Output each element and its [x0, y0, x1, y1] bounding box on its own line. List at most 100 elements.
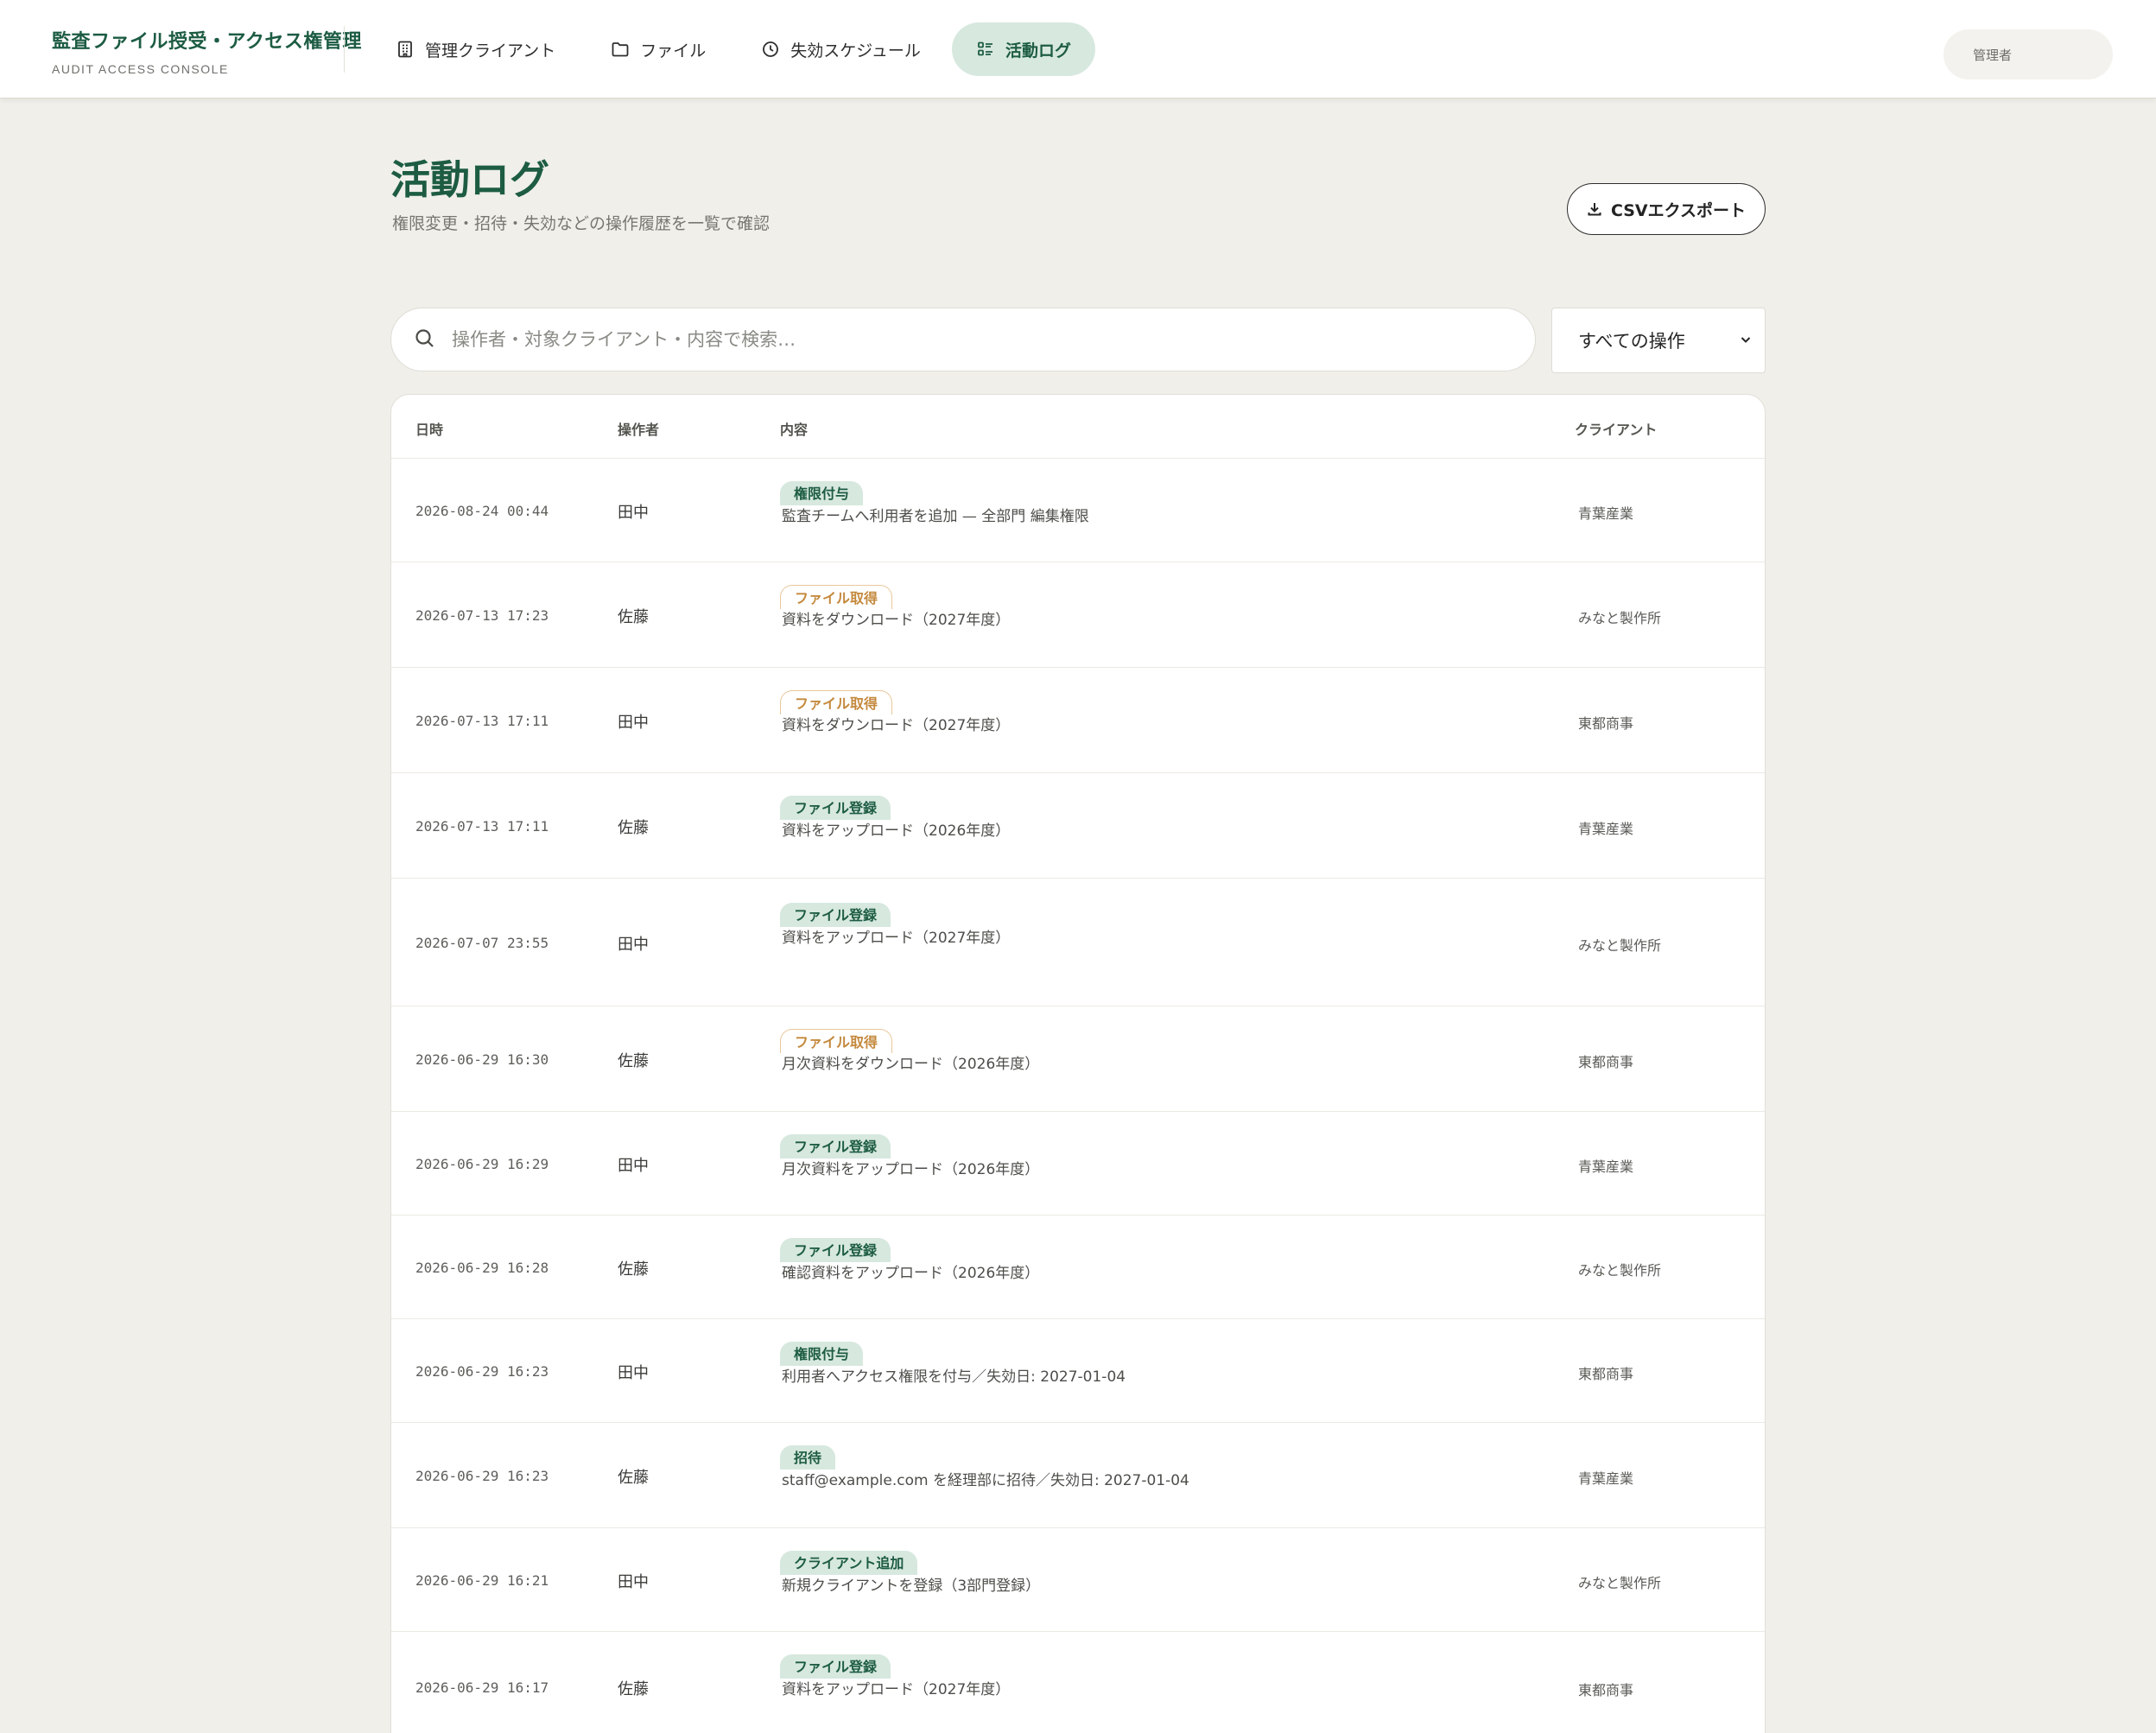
row-client: みなと製作所: [1578, 1575, 1662, 1591]
main-nav: 管理クライアント ファイル 失効スケジュール 活動ログ: [371, 22, 1102, 76]
row-datetime: 2026-06-29 16:21: [415, 1572, 549, 1589]
operation-type-badge: ファイル取得: [780, 585, 893, 609]
row-operator: 佐藤: [618, 608, 649, 626]
operation-type-badge: 権限付与: [780, 1342, 864, 1366]
table-row[interactable]: 2026-06-29 16:28 佐藤 ファイル登録確認資料をアップロード（2026…: [391, 1216, 1765, 1319]
filter-selected-value: すべての操作: [1578, 331, 1685, 352]
nav-item-activity-log[interactable]: 活動ログ: [951, 22, 1095, 76]
nav-item-label: 失効スケジュール: [790, 41, 921, 60]
column-header-client[interactable]: クライアント: [1575, 418, 1657, 439]
table-row[interactable]: 2026-06-29 16:30 佐藤 ファイル取得月次資料をダウンロード（2026…: [391, 1006, 1765, 1112]
brand-title: 監査ファイル授受・アクセス権管理: [52, 31, 362, 53]
row-description: staff@example.com を経理部に招待／失効日: 2027-01-0…: [782, 1472, 1189, 1489]
row-operator: 田中: [618, 714, 649, 732]
row-operator: 田中: [618, 1364, 649, 1382]
row-client: 青葉産業: [1578, 1159, 1634, 1175]
search-input[interactable]: [452, 329, 1488, 350]
row-operator: 佐藤: [618, 1052, 649, 1070]
row-datetime: 2026-07-13 17:23: [415, 607, 549, 624]
table-row[interactable]: 2026-06-29 16:23 佐藤 招待 staff@example.com を経…: [391, 1423, 1765, 1528]
row-operator: 田中: [618, 504, 649, 522]
brand-subtitle: AUDIT ACCESS CONSOLE: [52, 62, 229, 76]
header-divider: [344, 26, 345, 73]
table-row[interactable]: 2026-08-24 00:44 田中 権限付与監査チームへ利用者を追加 — 全部門…: [391, 459, 1765, 562]
row-description: 月次資料をダウンロード（2026年度）: [782, 1056, 1040, 1073]
operation-type-badge: ファイル登録: [780, 1238, 891, 1262]
row-datetime: 2026-06-29 16:29: [415, 1156, 549, 1172]
table-row[interactable]: 2026-06-29 16:21 田中 クライアント追加新規クライアントを登録（3部…: [391, 1528, 1765, 1632]
operation-type-badge: ファイル登録: [780, 1134, 891, 1159]
row-description: 資料をアップロード（2026年度）: [782, 822, 1011, 840]
nav-item-label: 管理クライアント: [425, 41, 556, 60]
brand[interactable]: 監査ファイル授受・アクセス権管理 AUDIT ACCESS CONSOLE: [52, 26, 362, 76]
column-header-date[interactable]: 日時: [415, 418, 443, 439]
operation-type-badge: ファイル取得: [780, 690, 893, 714]
row-client: みなと製作所: [1578, 1262, 1662, 1279]
operation-filter-select[interactable]: すべての操作: [1551, 308, 1766, 373]
row-client: 東都商事: [1578, 1366, 1634, 1382]
app-header: 監査ファイル授受・アクセス権管理 AUDIT ACCESS CONSOLE 管理…: [0, 0, 2156, 98]
row-description: 資料をダウンロード（2027年度）: [782, 612, 1011, 629]
row-datetime: 2026-07-13 17:11: [415, 713, 549, 729]
table-row[interactable]: 2026-07-13 17:11 田中 ファイル取得資料をダウンロード（2027年度…: [391, 668, 1765, 773]
table-row[interactable]: 2026-06-29 16:23 田中 権限付与 利用者へアクセス権限を付与／失効日:…: [391, 1319, 1765, 1423]
operation-type-badge: ファイル登録: [780, 903, 891, 927]
row-description: 新規クライアントを登録（3部門登録）: [782, 1577, 1041, 1595]
list-icon: [976, 40, 995, 59]
row-client: 東都商事: [1578, 1682, 1634, 1698]
row-operator: 田中: [618, 1573, 649, 1591]
search-box: [390, 308, 1536, 371]
row-client: 青葉産業: [1578, 1470, 1634, 1487]
row-client: 東都商事: [1578, 1054, 1634, 1070]
row-client: 青葉産業: [1578, 821, 1634, 837]
chevron-down-icon: [1739, 330, 1753, 351]
table-row[interactable]: 2026-07-07 23:55 田中 ファイル登録 資料をアップロード（2027年度…: [391, 879, 1765, 1006]
table-row[interactable]: 2026-07-13 17:23 佐藤 ファイル取得資料をダウンロード（2027年度…: [391, 562, 1765, 668]
nav-item-label: 活動ログ: [1005, 41, 1071, 60]
row-description: 監査チームへ利用者を追加 — 全部門 編集権限: [782, 508, 1089, 525]
operation-type-badge: クライアント追加: [780, 1551, 918, 1575]
nav-item-files[interactable]: ファイル: [587, 22, 730, 76]
row-operator: 佐藤: [618, 1680, 649, 1698]
row-client: 青葉産業: [1578, 505, 1634, 522]
csv-export-button[interactable]: CSVエクスポート: [1567, 183, 1766, 235]
row-datetime: 2026-06-29 16:28: [415, 1260, 549, 1276]
table-row[interactable]: 2026-06-29 16:17 佐藤 ファイル登録 資料をアップロード（2027年度…: [391, 1632, 1765, 1733]
nav-item-schedule[interactable]: 失効スケジュール: [737, 22, 945, 76]
row-datetime: 2026-07-13 17:11: [415, 818, 549, 835]
row-client: 東都商事: [1578, 715, 1634, 732]
operation-type-badge: 権限付与: [780, 481, 864, 505]
operation-type-badge: ファイル取得: [780, 1029, 893, 1053]
nav-item-label: ファイル: [640, 41, 707, 60]
table-header: 日時 操作者 内容 クライアント: [391, 395, 1765, 459]
row-description: 資料をダウンロード（2027年度）: [782, 717, 1011, 734]
nav-item-clients[interactable]: 管理クライアント: [371, 22, 580, 76]
row-operator: 田中: [618, 1157, 649, 1175]
operation-type-badge: ファイル登録: [780, 796, 891, 820]
table-row[interactable]: 2026-07-13 17:11 佐藤 ファイル登録資料をアップロード（2026年度…: [391, 773, 1765, 879]
row-client: みなと製作所: [1578, 937, 1662, 954]
page-title: 活動ログ: [390, 156, 549, 203]
download-icon: [1587, 201, 1602, 217]
search-icon: [414, 327, 438, 352]
building-icon: [396, 40, 415, 59]
row-description: 月次資料をアップロード（2026年度）: [782, 1161, 1040, 1178]
row-datetime: 2026-06-29 16:23: [415, 1468, 549, 1484]
column-header-content[interactable]: 内容: [780, 418, 808, 439]
column-header-operator[interactable]: 操作者: [618, 418, 659, 439]
user-menu[interactable]: 管理者: [1944, 29, 2113, 79]
row-operator: 佐藤: [618, 1260, 649, 1279]
row-description: 確認資料をアップロード（2026年度）: [782, 1265, 1040, 1282]
row-datetime: 2026-06-29 16:23: [415, 1363, 549, 1380]
operation-type-badge: 招待: [780, 1445, 836, 1470]
activity-log-table: 日時 操作者 内容 クライアント 2026-08-24 00:44 田中 権限付与監…: [390, 394, 1766, 1733]
row-operator: 佐藤: [618, 819, 649, 837]
csv-export-label: CSVエクスポート: [1610, 200, 1747, 220]
row-client: みなと製作所: [1578, 610, 1662, 626]
row-datetime: 2026-08-24 00:44: [415, 503, 549, 519]
row-datetime: 2026-06-29 16:30: [415, 1051, 549, 1068]
table-row[interactable]: 2026-06-29 16:29 田中 ファイル登録月次資料をアップロード（2026…: [391, 1112, 1765, 1216]
user-label: 管理者: [1973, 47, 2013, 63]
folder-icon: [611, 40, 630, 59]
row-description: 資料をアップロード（2027年度）: [782, 1681, 1011, 1698]
